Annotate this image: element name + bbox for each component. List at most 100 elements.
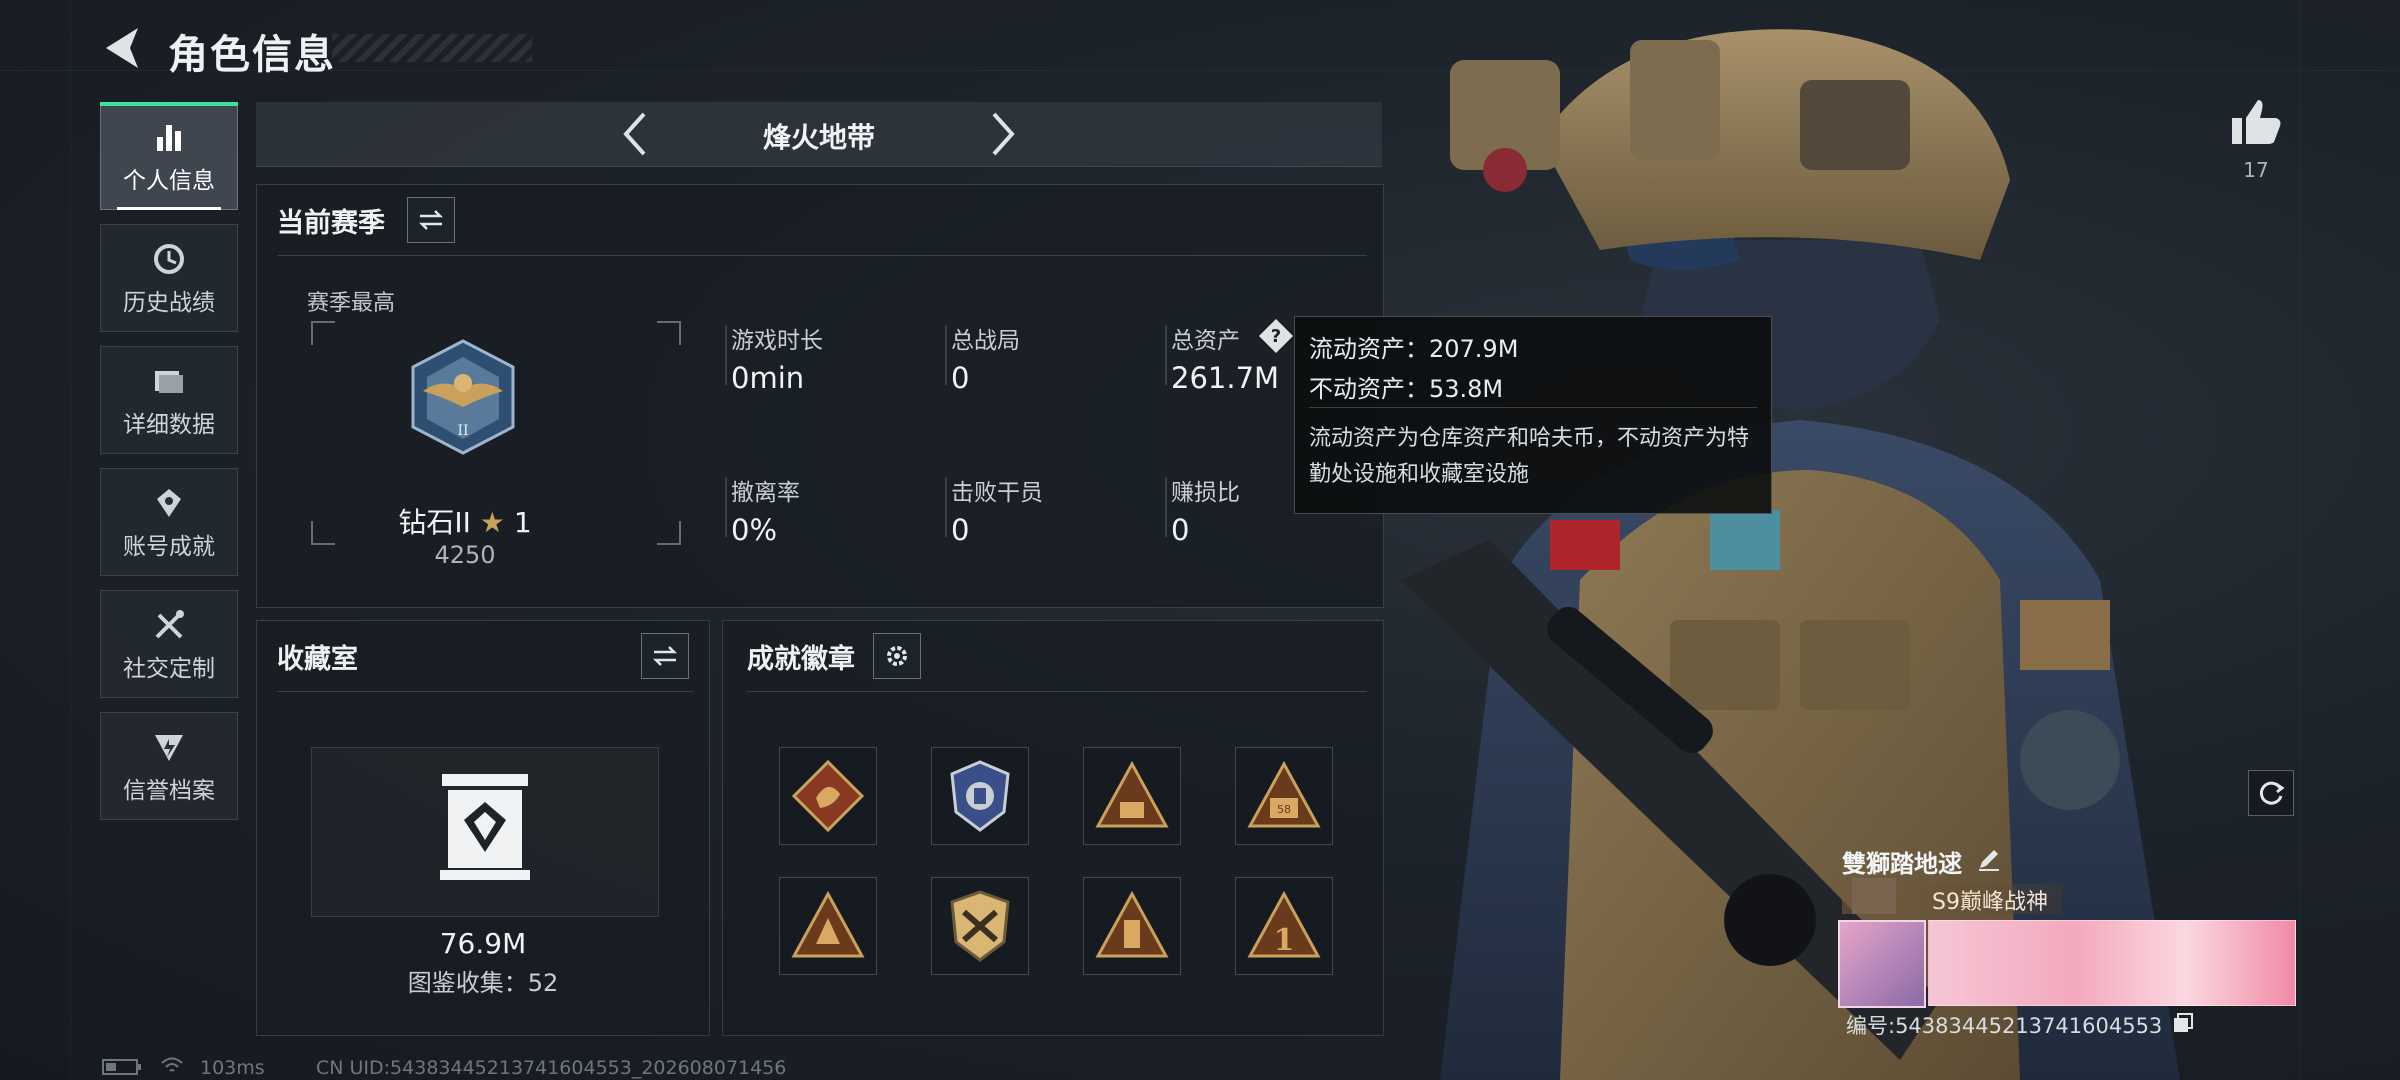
gear-icon <box>887 646 907 666</box>
star-icon: ★ <box>479 506 505 539</box>
stat-divider <box>945 325 947 385</box>
vault-trophy-icon <box>440 774 530 880</box>
stat-value-total-matches: 0 <box>951 361 970 395</box>
current-season-panel: 当前赛季 赛季最高 II 钻石II ★ 1 4250 游戏时长 0min 总战局… <box>256 184 1384 608</box>
frame-corner <box>657 321 681 345</box>
stat-value-operators-defeated: 0 <box>951 513 970 547</box>
nav-item-personal-info[interactable]: 个人信息 <box>100 102 238 210</box>
frame-corner <box>311 521 335 545</box>
tooltip-divider <box>1309 407 1757 408</box>
rank-name-row: 钻石II ★ 1 <box>377 501 553 541</box>
back-arrow-icon[interactable] <box>98 22 150 74</box>
player-name: 雙獅踏地逑 <box>1842 850 1962 878</box>
stat-label-total-matches: 总战局 <box>951 328 1020 354</box>
name-card-banner[interactable] <box>1928 920 2296 1006</box>
frame-corner <box>311 321 335 345</box>
stat-value-extraction-rate: 0% <box>731 513 778 547</box>
folder-icon <box>155 371 183 393</box>
frame-corner <box>657 521 681 545</box>
season-panel-title: 当前赛季 <box>277 208 385 239</box>
stat-label-profit-loss-ratio: 赚损比 <box>1171 480 1240 506</box>
collection-switch-button[interactable] <box>641 633 689 679</box>
stat-label-play-time: 游戏时长 <box>731 328 823 354</box>
collection-panel-title: 收藏室 <box>277 644 358 675</box>
help-question-icon[interactable]: ? <box>1257 317 1295 355</box>
fixed-assets: 不动资产：53.8M <box>1309 375 1504 403</box>
stat-divider <box>1165 325 1167 385</box>
nav-label: 账号成就 <box>123 534 215 560</box>
player-id: 编号:54383445213741604553 <box>1846 1014 2163 1038</box>
nav-label: 历史战绩 <box>123 290 215 316</box>
season-best-label: 赛季最高 <box>307 291 396 316</box>
shield-badge-icon[interactable] <box>931 747 1029 845</box>
battery-icon <box>102 1059 141 1075</box>
mode-selector: 烽火地带 <box>256 102 1382 167</box>
assets-tooltip: 流动资产：207.9M 不动资产：53.8M 流动资产为仓库资产和哈夫币，不动资… <box>1294 316 1772 514</box>
edit-pencil-icon[interactable] <box>1976 846 2002 872</box>
stat-value-total-assets: 261.7M <box>1171 361 1280 395</box>
next-mode-arrow-icon[interactable] <box>978 110 1026 158</box>
wifi-icon <box>161 1057 183 1072</box>
history-clock-icon <box>154 244 184 274</box>
copy-icon[interactable] <box>2172 1012 2194 1034</box>
badges-settings-button[interactable] <box>873 633 921 679</box>
achievement-badges-panel: 成就徽章 58 1 <box>722 620 1384 1036</box>
network-ping: 103ms <box>200 1057 265 1079</box>
svg-text:II: II <box>457 423 468 439</box>
collection-value: 76.9M <box>439 927 527 960</box>
stat-divider <box>945 477 947 537</box>
stat-label-total-assets: 总资产 <box>1171 328 1240 354</box>
nav-item-reputation-record[interactable]: 信誉档案 <box>100 712 238 820</box>
player-avatar[interactable] <box>1838 920 1926 1008</box>
rank-points: 4250 <box>434 541 496 569</box>
like-count: 17 <box>2243 158 2269 182</box>
collection-preview-frame[interactable] <box>311 747 659 917</box>
title-badge: S9巅峰战神 <box>1932 890 2048 915</box>
refresh-icon <box>2259 781 2285 805</box>
nav-item-social-customization[interactable]: 社交定制 <box>100 590 238 698</box>
crossed-arms-badge-icon[interactable] <box>931 877 1029 975</box>
svg-text:58: 58 <box>1277 803 1291 816</box>
liquid-assets: 流动资产：207.9M <box>1309 335 1519 363</box>
title-badge-emblem <box>1852 878 1896 914</box>
stat-label-operators-defeated: 击败干员 <box>951 480 1043 506</box>
stat-value-play-time: 0min <box>731 361 805 395</box>
refresh-button[interactable] <box>2248 770 2294 816</box>
vehicle-badge-icon[interactable]: 58 <box>1235 747 1333 845</box>
swap-arrows-icon <box>652 646 678 666</box>
tools-icon <box>155 610 184 639</box>
badges-panel-title: 成就徽章 <box>747 644 855 675</box>
collection-count: 图鉴收集：52 <box>407 969 559 997</box>
collection-room-panel: 收藏室 76.9M 图鉴收集：52 <box>256 620 710 1036</box>
rank-stars: 1 <box>513 506 532 539</box>
season-switch-button[interactable] <box>407 197 455 243</box>
stat-divider <box>725 325 727 385</box>
triangle-badge-icon[interactable] <box>779 877 877 975</box>
svg-text:?: ? <box>1271 326 1281 347</box>
thumbs-up-icon[interactable] <box>2228 96 2284 148</box>
player-uid: CN UID:54383445213741604553_202608071456 <box>316 1057 787 1079</box>
svg-text:1: 1 <box>1274 923 1295 958</box>
diamond-rank-emblem-icon: II <box>411 339 515 455</box>
reputation-icon <box>155 735 183 761</box>
stat-divider <box>1165 477 1167 537</box>
stat-value-profit-loss-ratio: 0 <box>1171 513 1190 547</box>
nav-item-match-history[interactable]: 历史战绩 <box>100 224 238 332</box>
nav-label: 社交定制 <box>123 656 215 682</box>
building-badge-icon[interactable] <box>1083 877 1181 975</box>
mode-title: 烽火地带 <box>762 121 875 154</box>
swap-arrows-icon <box>418 210 444 230</box>
page-title: 角色信息 <box>168 32 336 78</box>
dragon-badge-icon[interactable] <box>779 747 877 845</box>
rank-name: 钻石II <box>398 506 471 539</box>
stat-label-extraction-rate: 撤离率 <box>731 480 800 506</box>
number-one-badge-icon[interactable]: 1 <box>1235 877 1333 975</box>
bar-chart-icon <box>157 125 181 151</box>
nav-item-account-achievements[interactable]: 账号成就 <box>100 468 238 576</box>
achievement-icon <box>157 489 181 517</box>
squad-badge-icon[interactable] <box>1083 747 1181 845</box>
nav-item-detailed-data[interactable]: 详细数据 <box>100 346 238 454</box>
assets-note: 流动资产为仓库资产和哈夫币，不动资产为特勤处设施和收藏室设施 <box>1309 426 1750 487</box>
title-decoration <box>332 34 532 62</box>
nav-label: 详细数据 <box>123 412 215 438</box>
